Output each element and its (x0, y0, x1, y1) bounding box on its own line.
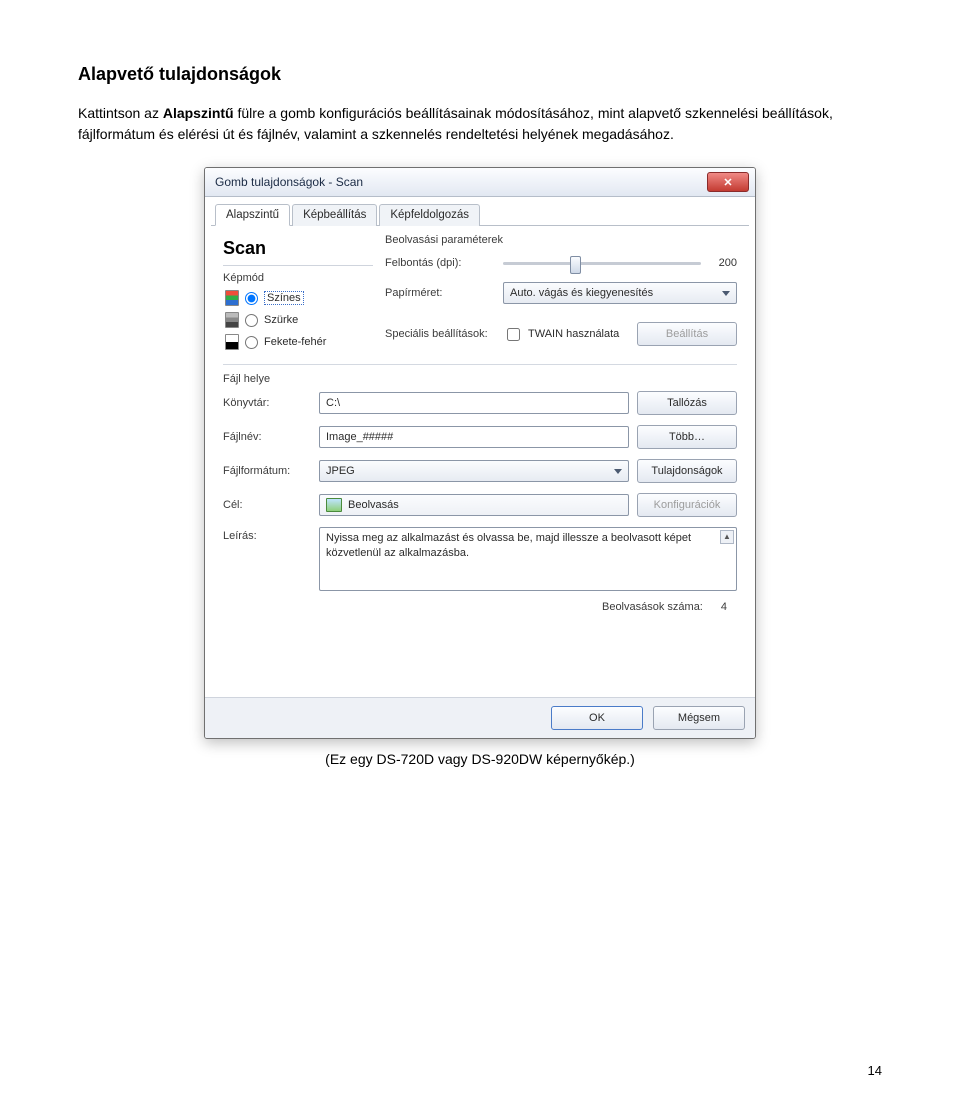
scan-count-value: 4 (721, 601, 727, 613)
fileformat-value: JPEG (326, 465, 355, 477)
directory-label: Könyvtár: (223, 397, 311, 409)
chevron-down-icon (722, 291, 730, 296)
mode-color-label: Színes (264, 291, 304, 305)
fileformat-select[interactable]: JPEG (319, 460, 629, 482)
bw-icon (225, 334, 239, 350)
mode-color-radio[interactable] (245, 292, 258, 305)
fileformat-label: Fájlformátum: (223, 465, 311, 477)
tab-basic[interactable]: Alapszintű (215, 204, 290, 226)
gray-icon (225, 312, 239, 328)
directory-input[interactable]: C:\ (319, 392, 629, 414)
browse-button[interactable]: Tallózás (637, 391, 737, 415)
dialog-title: Gomb tulajdonságok - Scan (215, 175, 363, 189)
intro-text-before: Kattintson az (78, 105, 163, 121)
tab-image-settings[interactable]: Képbeállítás (292, 204, 377, 226)
intro-paragraph: Kattintson az Alapszintű fülre a gomb ko… (78, 103, 882, 145)
description-label: Leírás: (223, 527, 311, 542)
mode-bw-label: Fekete-fehér (264, 336, 326, 348)
paper-size-label: Papírméret: (385, 287, 503, 299)
description-text: Nyissa meg az alkalmazást és olvassa be,… (326, 532, 691, 559)
dialog-titlebar[interactable]: Gomb tulajdonságok - Scan ✕ (205, 168, 755, 197)
slider-thumb[interactable] (570, 256, 581, 274)
page-heading: Alapvető tulajdonságok (78, 64, 882, 85)
dialog-footer: OK Mégsem (205, 697, 755, 738)
page-number: 14 (868, 1063, 882, 1078)
properties-dialog: Gomb tulajdonságok - Scan ✕ Alapszintű K… (204, 167, 756, 739)
mode-gray-label: Szürke (264, 314, 298, 326)
paper-size-value: Auto. vágás és kiegyenesítés (510, 287, 653, 299)
configurations-button[interactable]: Konfigurációk (637, 493, 737, 517)
file-location-heading: Fájl helye (223, 373, 737, 385)
figure-caption: (Ez egy DS-720D vagy DS-920DW képernyőké… (78, 751, 882, 767)
chevron-down-icon (614, 469, 622, 474)
twain-checkbox[interactable] (507, 328, 520, 341)
paper-size-select[interactable]: Auto. vágás és kiegyenesítés (503, 282, 737, 304)
image-mode-label: Képmód (223, 272, 373, 284)
slider-track (503, 262, 701, 265)
scan-app-icon (326, 498, 342, 512)
filename-input[interactable]: Image_##### (319, 426, 629, 448)
settings-button[interactable]: Beállítás (637, 322, 737, 346)
twain-checkbox-row[interactable]: TWAIN használata (503, 325, 637, 344)
divider (223, 364, 737, 365)
mode-gray-radio[interactable] (245, 314, 258, 327)
resolution-slider[interactable] (503, 254, 701, 272)
filename-label: Fájlnév: (223, 431, 311, 443)
special-settings-label: Speciális beállítások: (385, 328, 503, 340)
properties-button[interactable]: Tulajdonságok (637, 459, 737, 483)
destination-select[interactable]: Beolvasás (319, 494, 629, 516)
twain-label: TWAIN használata (528, 328, 619, 340)
tab-image-processing[interactable]: Képfeldolgozás (379, 204, 480, 226)
resolution-label: Felbontás (dpi): (385, 257, 503, 269)
more-button[interactable]: Több… (637, 425, 737, 449)
mode-bw-row[interactable]: Fekete-fehér (225, 334, 373, 350)
profile-name: Scan (223, 234, 373, 266)
scroll-up-icon[interactable]: ▲ (720, 530, 734, 544)
color-icon (225, 290, 239, 306)
scan-count-label: Beolvasások száma: (602, 601, 703, 613)
destination-label: Cél: (223, 499, 311, 511)
scan-params-heading: Beolvasási paraméterek (385, 234, 737, 246)
tabs-row: Alapszintű Képbeállítás Képfeldolgozás (211, 203, 749, 226)
resolution-value: 200 (701, 257, 737, 269)
mode-bw-radio[interactable] (245, 336, 258, 349)
close-icon: ✕ (723, 176, 732, 189)
description-textarea[interactable]: Nyissa meg az alkalmazást és olvassa be,… (319, 527, 737, 591)
ok-button[interactable]: OK (551, 706, 643, 730)
close-button[interactable]: ✕ (707, 172, 749, 192)
intro-bold: Alapszintű (163, 105, 234, 121)
mode-color-row[interactable]: Színes (225, 290, 373, 306)
mode-gray-row[interactable]: Szürke (225, 312, 373, 328)
destination-value: Beolvasás (348, 499, 399, 511)
cancel-button[interactable]: Mégsem (653, 706, 745, 730)
